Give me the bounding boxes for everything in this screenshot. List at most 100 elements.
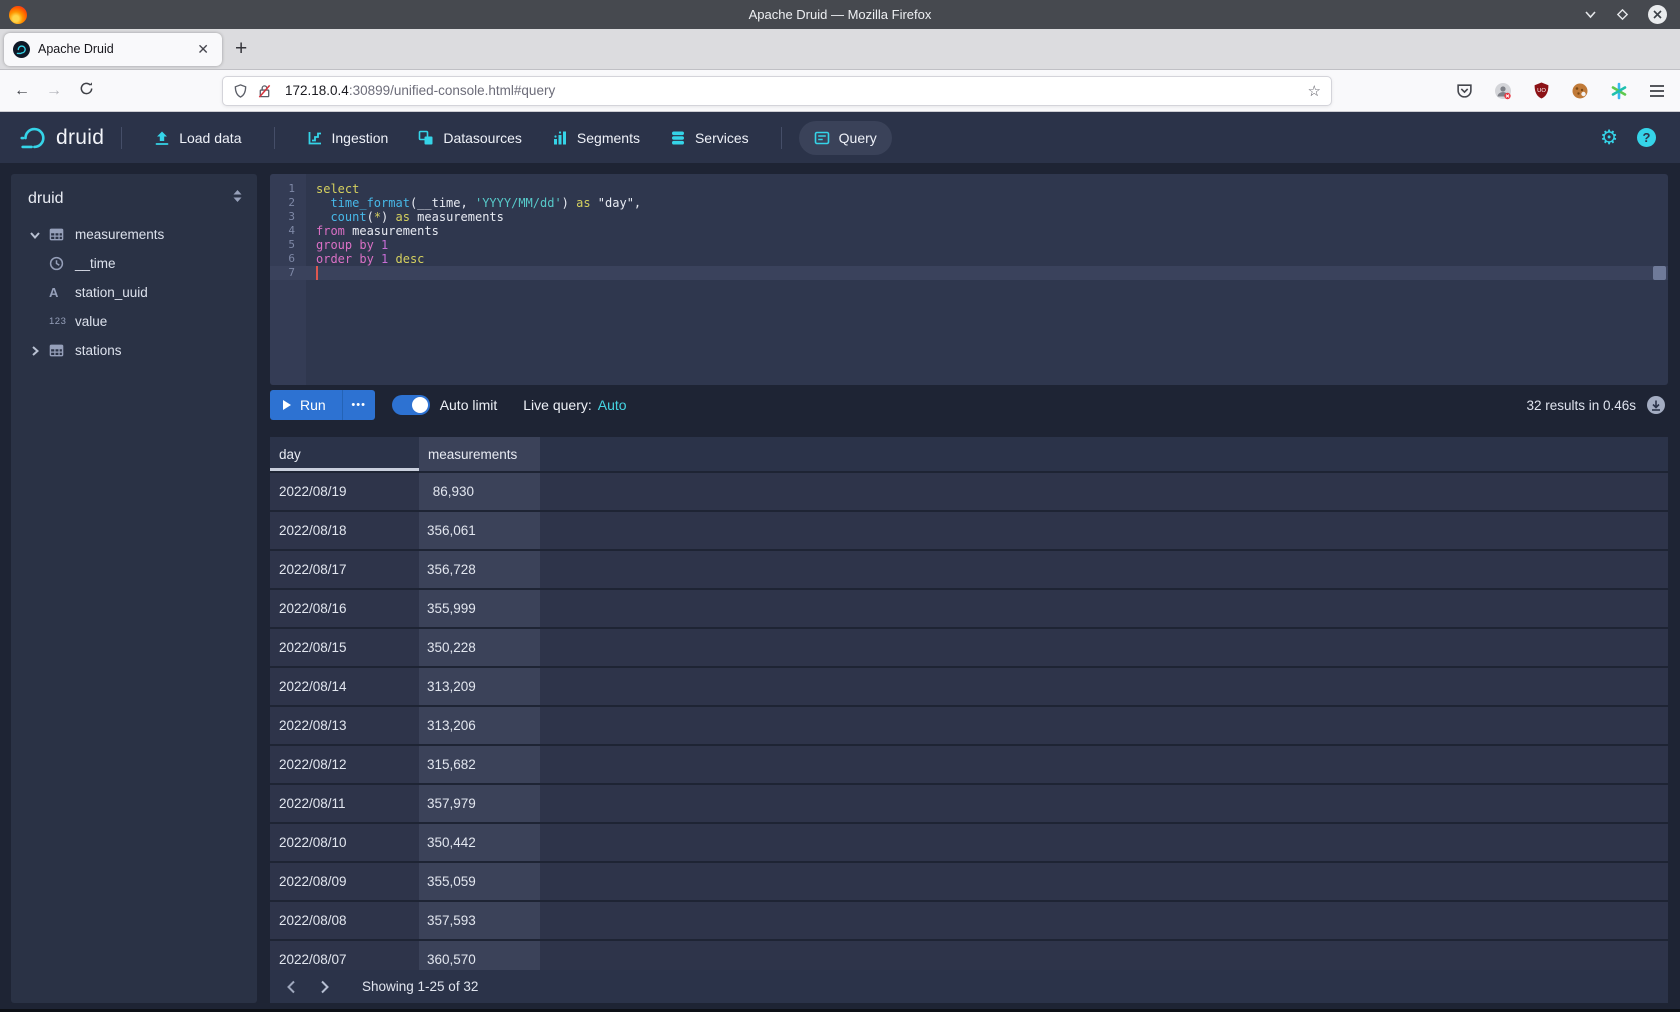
- table-row[interactable]: 2022/08/15350,228: [270, 629, 1668, 666]
- pagination-label: Showing 1-25 of 32: [362, 979, 478, 994]
- previous-page-icon[interactable]: [278, 974, 304, 1000]
- tab-close-icon[interactable]: ✕: [193, 39, 213, 60]
- next-page-icon[interactable]: [312, 974, 338, 1000]
- sql-token: desc: [396, 252, 425, 266]
- number-icon: 123: [49, 316, 69, 327]
- live-query-value[interactable]: Auto: [598, 397, 627, 413]
- string-icon: A: [49, 285, 69, 300]
- cell-filler: [540, 512, 1668, 549]
- line-number-gutter: 1234567: [270, 174, 306, 385]
- tree-item-label: station_uuid: [75, 285, 148, 300]
- code-line: [316, 266, 1668, 280]
- extension-account-icon[interactable]: [1494, 82, 1512, 100]
- navbar-divider: [274, 127, 275, 149]
- table-row[interactable]: 2022/08/17 356,728: [270, 551, 1668, 588]
- new-tab-button[interactable]: +: [235, 37, 247, 61]
- auto-limit-toggle[interactable]: [392, 395, 430, 415]
- table-row[interactable]: 2022/08/14313,209: [270, 668, 1668, 705]
- sidebar-item-station-uuid[interactable]: Astation_uuid: [11, 278, 257, 307]
- sidebar-item-value[interactable]: 123value: [11, 307, 257, 336]
- table-row[interactable]: 2022/08/10350,442: [270, 824, 1668, 861]
- insecure-lock-icon[interactable]: [257, 83, 272, 99]
- table-row[interactable]: 2022/08/08357,593: [270, 902, 1668, 939]
- url-bar[interactable]: 172.18.0.4:30899/unified-console.html#qu…: [222, 76, 1332, 106]
- sidebar-item-time[interactable]: __time: [11, 249, 257, 278]
- cell-value: 313,206: [427, 718, 474, 733]
- cell-day: 2022/08/18: [270, 512, 419, 549]
- cell-filler: [540, 902, 1668, 939]
- asterisk-extension-icon[interactable]: [1610, 82, 1628, 100]
- sql-token: select: [316, 182, 359, 196]
- table-row[interactable]: 2022/08/18 356,061: [270, 512, 1668, 549]
- ublock-icon[interactable]: UO: [1533, 82, 1550, 99]
- nav-item-query[interactable]: Query: [799, 121, 892, 155]
- sidebar-item-measurements[interactable]: measurements: [11, 220, 257, 249]
- back-icon[interactable]: ←: [6, 82, 38, 100]
- table-row[interactable]: 2022/08/09355,059: [270, 863, 1668, 900]
- help-icon[interactable]: ?: [1637, 128, 1656, 147]
- cell-measurements: 357,979: [419, 785, 540, 822]
- chevron-right-icon[interactable]: [29, 345, 43, 357]
- sql-code[interactable]: select time_format(__time, 'YYYY/MM/dd')…: [306, 174, 1668, 385]
- maximize-button[interactable]: [1616, 8, 1629, 21]
- run-more-options-button[interactable]: •••: [342, 390, 375, 420]
- navbar-divider: [781, 127, 782, 149]
- settings-gear-icon[interactable]: ⚙: [1600, 128, 1618, 148]
- cell-value: 355,999: [427, 601, 474, 616]
- cell-measurements: 360,570: [419, 941, 540, 970]
- run-button[interactable]: Run: [270, 390, 342, 420]
- forward-icon[interactable]: →: [38, 82, 70, 100]
- line-number: 5: [270, 238, 306, 252]
- auto-limit-label: Auto limit: [440, 397, 498, 413]
- table-row[interactable]: 2022/08/12315,682: [270, 746, 1668, 783]
- column-header-day[interactable]: day: [270, 437, 419, 471]
- minimize-button[interactable]: [1584, 8, 1597, 21]
- sql-token: *: [374, 210, 381, 224]
- nav-item-services[interactable]: Services: [655, 121, 764, 155]
- cell-value: 355,059: [427, 874, 474, 889]
- cookie-extension-icon[interactable]: [1571, 82, 1589, 100]
- live-query-label: Live query:: [523, 397, 591, 413]
- line-number: 6: [270, 252, 306, 266]
- nav-item-label: Datasources: [443, 130, 522, 146]
- sql-token: (__time,: [410, 196, 475, 210]
- schema-selector[interactable]: druid: [28, 190, 232, 208]
- table-row[interactable]: 2022/08/11357,979: [270, 785, 1668, 822]
- menu-hamburger-icon[interactable]: [1649, 84, 1665, 98]
- run-button-label: Run: [300, 397, 326, 413]
- reload-icon[interactable]: [70, 81, 102, 101]
- nav-item-load-data[interactable]: Load data: [139, 121, 256, 155]
- sidebar-item-stations[interactable]: stations: [11, 336, 257, 365]
- table-row[interactable]: 2022/08/16355,999: [270, 590, 1668, 627]
- cell-day: 2022/08/17: [270, 551, 419, 588]
- sql-token: [374, 252, 381, 266]
- browser-tab[interactable]: Apache Druid ✕: [4, 33, 222, 66]
- druid-brand[interactable]: druid: [18, 123, 104, 153]
- column-header-measurements[interactable]: measurements: [419, 437, 540, 471]
- line-number: 7: [270, 266, 306, 280]
- cell-value: 356,728: [427, 562, 474, 577]
- nav-item-datasources[interactable]: Datasources: [403, 121, 537, 155]
- druid-navbar: druid Load data Ingestion Datasources Segme…: [0, 112, 1680, 163]
- table-row[interactable]: 2022/08/07360,570: [270, 941, 1668, 970]
- table-row[interactable]: 2022/08/1986,930: [270, 473, 1668, 510]
- chevron-down-icon[interactable]: [29, 229, 43, 241]
- cell-value: 356,061: [427, 523, 474, 538]
- tracking-shield-icon[interactable]: [233, 83, 248, 99]
- editor-scroll-indicator[interactable]: [1653, 266, 1666, 280]
- sql-editor[interactable]: 1234567 select time_format(__time, 'YYYY…: [270, 174, 1668, 385]
- run-toolbar: Run ••• Auto limit Live query: Auto 32 r…: [270, 390, 1668, 420]
- download-results-icon[interactable]: [1647, 396, 1665, 414]
- cell-measurements: 313,206: [419, 707, 540, 744]
- cell-value: 350,442: [427, 835, 474, 850]
- close-button[interactable]: [1648, 5, 1667, 24]
- table-row[interactable]: 2022/08/13313,206: [270, 707, 1668, 744]
- nav-item-segments[interactable]: Segments: [537, 121, 655, 155]
- nav-item-label: Segments: [577, 130, 640, 146]
- bookmark-star-icon[interactable]: ☆: [1308, 82, 1321, 100]
- pocket-icon[interactable]: [1456, 82, 1473, 99]
- nav-item-ingestion[interactable]: Ingestion: [292, 121, 404, 155]
- sql-token: time_format: [330, 196, 409, 210]
- sort-caret-icon[interactable]: [232, 189, 243, 208]
- cell-measurements: 313,209: [419, 668, 540, 705]
